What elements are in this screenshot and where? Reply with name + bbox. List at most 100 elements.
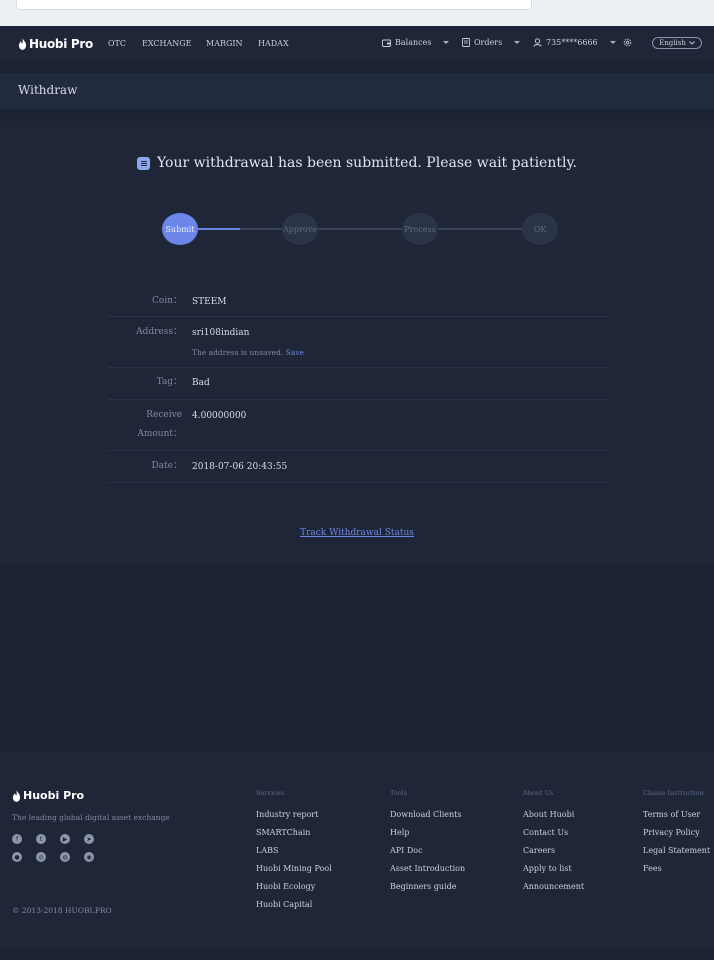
flame-icon <box>12 789 21 802</box>
user-icon <box>533 38 542 47</box>
nav-link-hadax[interactable]: HADAX <box>258 39 289 48</box>
progress-steps: Submit Approve Process OK <box>162 213 558 245</box>
footer-link[interactable]: Apply to list <box>523 864 584 882</box>
footer-link[interactable]: Legal Statement <box>643 846 710 864</box>
gear-icon <box>623 38 632 47</box>
twitter-icon[interactable]: t <box>36 834 46 844</box>
tag-value: Bad <box>192 378 210 388</box>
address-note: The address is unsaved. Save <box>192 348 304 357</box>
column-heading: Clause Instruction <box>643 789 704 797</box>
footer-column-about: About Us About Huobi Contact Us Careers … <box>523 789 584 900</box>
address-label: Address： <box>136 327 182 337</box>
chevron-down-icon <box>609 41 616 44</box>
footer-link[interactable]: API Doc <box>390 846 465 864</box>
top-navbar: Huobi Pro OTC EXCHANGE MARGIN HADAX Bala… <box>0 26 714 61</box>
tag-label: Tag： <box>156 377 182 387</box>
notice-icon <box>137 156 151 170</box>
account-label: 735****6666 <box>546 38 598 47</box>
footer-link[interactable]: SMARTChain <box>256 828 332 846</box>
weibo-icon[interactable]: ◉ <box>84 852 94 862</box>
track-withdrawal-link[interactable]: Track Withdrawal Status <box>0 528 714 538</box>
nav-link-exchange[interactable]: EXCHANGE <box>142 39 192 48</box>
step-ok: OK <box>522 213 558 245</box>
footer-link[interactable]: About Huobi <box>523 810 584 828</box>
amount-label: Amount： <box>137 429 182 439</box>
footer-column-clause: Clause Instruction Terms of User Privacy… <box>643 789 710 882</box>
column-heading: Tools <box>390 789 408 797</box>
chevron-down-icon <box>514 41 521 44</box>
coin-value: STEEM <box>192 297 227 307</box>
huobi-logo[interactable]: Huobi Pro <box>18 37 93 51</box>
detail-row-receive-amount: Receive Amount： 4.00000000 <box>108 400 610 451</box>
telegram-icon[interactable]: ➤ <box>84 834 94 844</box>
submitted-text: Your withdrawal has been submitted. Plea… <box>157 155 577 171</box>
column-heading: About Us <box>523 789 554 797</box>
footer-link[interactable]: Terms of User <box>643 810 710 828</box>
detail-row-address: Address： sri108indian The address is uns… <box>108 317 610 368</box>
date-value: 2018-07-06 20:43:55 <box>192 462 288 472</box>
top-card <box>16 0 532 10</box>
balances-label: Balances <box>395 38 432 47</box>
chevron-down-icon <box>689 41 695 45</box>
step-connector-done <box>198 228 240 230</box>
submitted-message: Your withdrawal has been submitted. Plea… <box>0 155 714 171</box>
youtube-icon[interactable]: ▶ <box>60 834 70 844</box>
footer-link[interactable]: Fees <box>643 864 710 882</box>
withdrawal-details: Coin： STEEM Address： sri108indian The ad… <box>108 291 610 483</box>
settings-button[interactable] <box>623 38 632 47</box>
step-connector <box>318 228 402 230</box>
detail-row-coin: Coin： STEEM <box>108 291 610 317</box>
footer-link[interactable]: LABS <box>256 846 332 864</box>
footer-link[interactable]: Industry report <box>256 810 332 828</box>
footer-link[interactable]: Privacy Policy <box>643 828 710 846</box>
detail-row-tag: Tag： Bad <box>108 368 610 400</box>
save-address-link[interactable]: Save <box>286 348 304 357</box>
step-process: Process <box>402 213 438 245</box>
flame-icon <box>18 38 27 50</box>
footer-link[interactable]: Download Clients <box>390 810 465 828</box>
instagram-icon[interactable]: ◎ <box>36 852 46 862</box>
footer-link[interactable]: Huobi Capital <box>256 900 332 918</box>
coin-label: Coin： <box>152 296 182 306</box>
bottom-strip <box>0 949 714 960</box>
footer-link[interactable]: Careers <box>523 846 584 864</box>
footer-tagline: The leading global digital asset exchang… <box>12 813 170 822</box>
receive-label: Receive <box>146 410 182 420</box>
logo-text: Huobi Pro <box>29 37 93 51</box>
detail-row-date: Date： 2018-07-06 20:43:55 <box>108 451 610 483</box>
footer-column-services: Services Industry report SMARTChain LABS… <box>256 789 332 918</box>
nav-link-margin[interactable]: MARGIN <box>206 39 243 48</box>
date-label: Date： <box>151 461 182 471</box>
language-label: English <box>659 39 686 47</box>
footer-logo[interactable]: Huobi Pro <box>12 789 84 802</box>
footer-link[interactable]: Help <box>390 828 465 846</box>
wechat-icon[interactable]: ◍ <box>60 852 70 862</box>
footer-link[interactable]: Beginners guide <box>390 882 465 900</box>
medium-icon[interactable]: ● <box>12 852 22 862</box>
footer-link[interactable]: Announcement <box>523 882 584 900</box>
footer-link[interactable]: Contact Us <box>523 828 584 846</box>
document-icon <box>462 38 470 47</box>
column-heading: Services <box>256 789 284 797</box>
footer-link[interactable]: Huobi Ecology <box>256 882 332 900</box>
withdraw-panel: Your withdrawal has been submitted. Plea… <box>0 121 714 565</box>
chevron-down-icon <box>443 41 450 44</box>
footer-link[interactable]: Huobi Mining Pool <box>256 864 332 882</box>
balances-menu[interactable]: Balances <box>382 38 450 47</box>
facebook-icon[interactable]: f <box>12 834 22 844</box>
orders-menu[interactable]: Orders <box>462 38 521 47</box>
site-footer: Huobi Pro The leading global digital ass… <box>0 751 714 949</box>
step-connector <box>438 228 522 230</box>
browser-top-strip <box>0 0 714 26</box>
copyright: © 2013-2018 HUOBI.PRO <box>12 906 112 915</box>
step-connector <box>240 228 282 230</box>
address-note-text: The address is unsaved. <box>192 348 284 357</box>
nav-link-otc[interactable]: OTC <box>108 39 126 48</box>
page-header: Withdraw <box>0 73 714 109</box>
page-spacer <box>0 565 714 751</box>
language-selector[interactable]: English <box>652 37 702 49</box>
step-approve: Approve <box>282 213 318 245</box>
footer-link[interactable]: Asset Introduction <box>390 864 465 882</box>
footer-column-tools: Tools Download Clients Help API Doc Asse… <box>390 789 465 900</box>
account-menu[interactable]: 735****6666 <box>533 38 616 47</box>
